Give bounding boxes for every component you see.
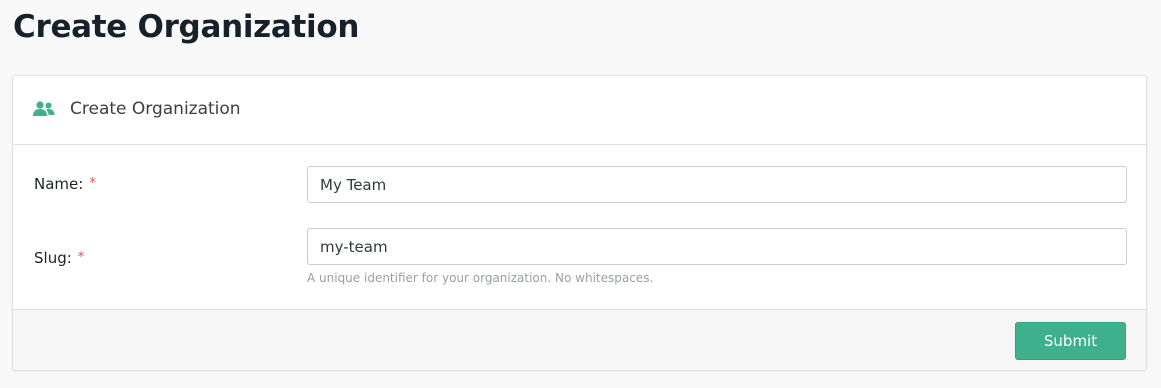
required-mark: *: [89, 176, 96, 191]
submit-button[interactable]: Submit: [1015, 322, 1126, 360]
card-header: Create Organization: [13, 76, 1146, 145]
slug-help-text: A unique identifier for your organizatio…: [307, 271, 654, 285]
slug-label-text: Slug:: [34, 249, 72, 267]
card-footer: Submit: [13, 309, 1146, 370]
slug-label: Slug: *: [34, 248, 84, 270]
slug-input[interactable]: [307, 228, 1127, 265]
users-icon: [33, 101, 55, 117]
create-organization-card: Create Organization Name: * Slug: * A uniq…: [12, 75, 1147, 371]
name-label-text: Name:: [34, 175, 84, 193]
name-label: Name: *: [34, 174, 96, 196]
name-input[interactable]: [307, 166, 1127, 203]
card-title: Create Organization: [70, 99, 241, 119]
page-title: Create Organization: [13, 9, 360, 45]
required-mark: *: [77, 250, 85, 265]
